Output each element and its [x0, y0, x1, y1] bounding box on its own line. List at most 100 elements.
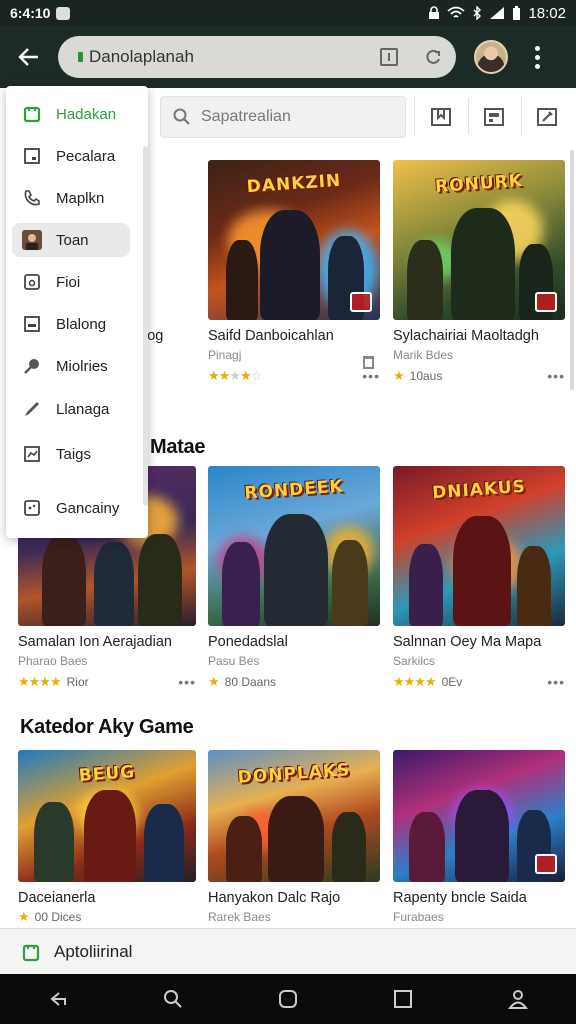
tabs-icon[interactable] — [380, 48, 398, 66]
status-time-left: 6:4:10 — [10, 5, 51, 21]
game-card[interactable]: Rapenty bncle Saida Furabaes — [393, 750, 565, 924]
edit-tool-icon[interactable] — [534, 104, 560, 130]
status-bar: 6:4:10 18:02 — [0, 0, 576, 26]
secure-lock-icon — [78, 52, 83, 62]
game-logo: RONURK — [434, 170, 524, 198]
nav-back-button[interactable] — [45, 986, 71, 1012]
bookmark-tool-icon[interactable] — [428, 104, 454, 130]
drawer-item-label: Blalong — [56, 315, 107, 333]
drawer-item-label: Fioi — [56, 273, 81, 291]
search-placeholder: Sapatrealian — [201, 108, 291, 125]
nav-profile-button[interactable] — [505, 986, 531, 1012]
drawer-item-blalong[interactable]: Blalong — [12, 307, 130, 341]
phone-icon — [22, 188, 42, 208]
drawer-item-label: Llanaga — [56, 400, 110, 418]
card-meta: ★★★★ Rior ••• — [18, 674, 196, 690]
game-card[interactable]: BEUG Daceianerla ★ 00 Dices — [18, 750, 196, 925]
drawer-item-maplkn[interactable]: Maplkn — [12, 181, 130, 215]
bluetooth-icon — [473, 6, 482, 20]
card-title: Salnnan Oey Ma Mapa — [393, 634, 542, 650]
badge-icon — [535, 292, 557, 312]
game-card[interactable]: RONDEEK Ponedadslal Pasu Bes ★ 80 Daans — [208, 466, 380, 690]
game-card[interactable]: DONPLAKS Hanyakon Dalc Rajo Rarek Baes — [208, 750, 380, 924]
drawer-item-pecalara[interactable]: Pecalara — [12, 139, 130, 173]
store-icon — [22, 944, 40, 961]
bookmark-icon[interactable] — [363, 356, 374, 369]
recents-icon — [394, 990, 413, 1008]
game-logo: RONDEEK — [243, 476, 345, 504]
overflow-menu-button[interactable] — [522, 26, 552, 88]
rating-text: 10aus — [409, 369, 443, 383]
search-icon — [173, 108, 190, 125]
more-options-icon[interactable]: ••• — [547, 368, 565, 384]
rating-text: 0Ev — [441, 675, 463, 689]
avatar-icon — [22, 230, 42, 250]
star-rating: ★★★★ — [393, 674, 437, 689]
section-title: Katedor Aky Game — [20, 716, 194, 738]
signal-icon — [490, 7, 505, 19]
game-logo: BEUG — [78, 762, 136, 786]
section-title: Matae — [150, 436, 206, 458]
game-thumbnail: DONPLAKS — [208, 750, 380, 882]
bottom-app-strip[interactable]: Aptoliirinal — [0, 928, 576, 974]
drawer-item-gancainy[interactable]: Gancainy — [12, 491, 130, 525]
more-options-icon[interactable]: ••• — [547, 674, 565, 690]
drawer-item-label: Hadakan — [56, 105, 117, 123]
rating-text: 80 Daans — [224, 675, 277, 689]
grid-tool-icon[interactable] — [481, 104, 507, 130]
card-title: Sylachairiai Maoltadgh — [393, 328, 539, 344]
badge-icon — [535, 854, 557, 874]
more-options-icon[interactable]: ••• — [362, 368, 380, 384]
url-text: Danolaplanah — [89, 47, 194, 66]
drawer-item-label: Pecalara — [56, 147, 116, 165]
card-title: Samalan Ion Aerajadian — [18, 634, 172, 650]
url-field[interactable]: Danolaplanah — [58, 36, 456, 78]
nav-recents-button[interactable] — [390, 986, 416, 1012]
nav-search-button[interactable] — [160, 986, 186, 1012]
drawer-item-toan[interactable]: Toan — [12, 223, 130, 257]
card-subtitle: Pasu Bes — [208, 654, 260, 668]
card-title: Saifd Danboicahlan — [208, 328, 334, 344]
card-subtitle: Furabaes — [393, 910, 444, 924]
card-subtitle: Rarek Baes — [208, 910, 271, 924]
card-title: Daceianerla — [18, 890, 96, 906]
badge-icon — [350, 292, 372, 312]
notification-icon — [56, 6, 71, 20]
game-card[interactable]: DNIAKUS Salnnan Oey Ma Mapa Sarkilcs ★★★… — [393, 466, 565, 690]
game-card[interactable]: RONURK Sylachairiai Maoltadgh Marik Bdes… — [393, 160, 565, 384]
game-thumbnail: DNIAKUS — [393, 466, 565, 626]
search-input[interactable]: Sapatrealian — [160, 96, 406, 138]
toolbar-divider — [468, 98, 469, 134]
bottom-strip-label: Aptoliirinal — [54, 941, 133, 961]
game-card[interactable]: DANKZIN Saifd Danboicahlan Pinagj ★★★★☆ … — [208, 160, 380, 384]
drawer-item-miolries[interactable]: Miolries — [12, 349, 130, 383]
profile-avatar[interactable] — [474, 40, 508, 74]
game-logo: DONPLAKS — [237, 760, 351, 788]
page-scrollbar[interactable] — [570, 150, 574, 390]
game-thumbnail: DANKZIN — [208, 160, 380, 320]
drawer-item-fioi[interactable]: Fioi — [12, 265, 130, 299]
card-subtitle: Pinagj — [208, 348, 242, 362]
back-icon — [50, 992, 66, 1006]
drawer-scrollbar[interactable] — [143, 146, 148, 506]
card-meta: ★ 10aus ••• — [393, 368, 565, 384]
wifi-icon — [447, 6, 466, 18]
arrow-left-icon — [18, 48, 38, 66]
toolbar-divider — [414, 98, 415, 134]
card-meta: ★★★★ 0Ev ••• — [393, 674, 565, 690]
tablet-icon — [22, 146, 42, 166]
card-title: Rapenty bncle Saida — [393, 890, 527, 906]
drawer-item-taigs[interactable]: Taigs — [12, 437, 130, 471]
home-icon — [278, 990, 297, 1008]
card-subtitle: Sarkilcs — [393, 654, 436, 668]
drawer-item-label: Toan — [56, 231, 89, 249]
more-options-icon[interactable]: ••• — [178, 674, 196, 690]
system-nav-bar — [0, 974, 576, 1024]
person-icon — [508, 990, 529, 1009]
nav-home-button[interactable] — [275, 986, 301, 1012]
card-subtitle: Pharao Baes — [18, 654, 88, 668]
drawer-item-llanaga[interactable]: Llanaga — [12, 392, 130, 426]
back-button[interactable] — [0, 26, 58, 88]
drawer-item-hadakan[interactable]: Hadakan — [12, 97, 130, 131]
reload-icon[interactable] — [424, 48, 442, 66]
